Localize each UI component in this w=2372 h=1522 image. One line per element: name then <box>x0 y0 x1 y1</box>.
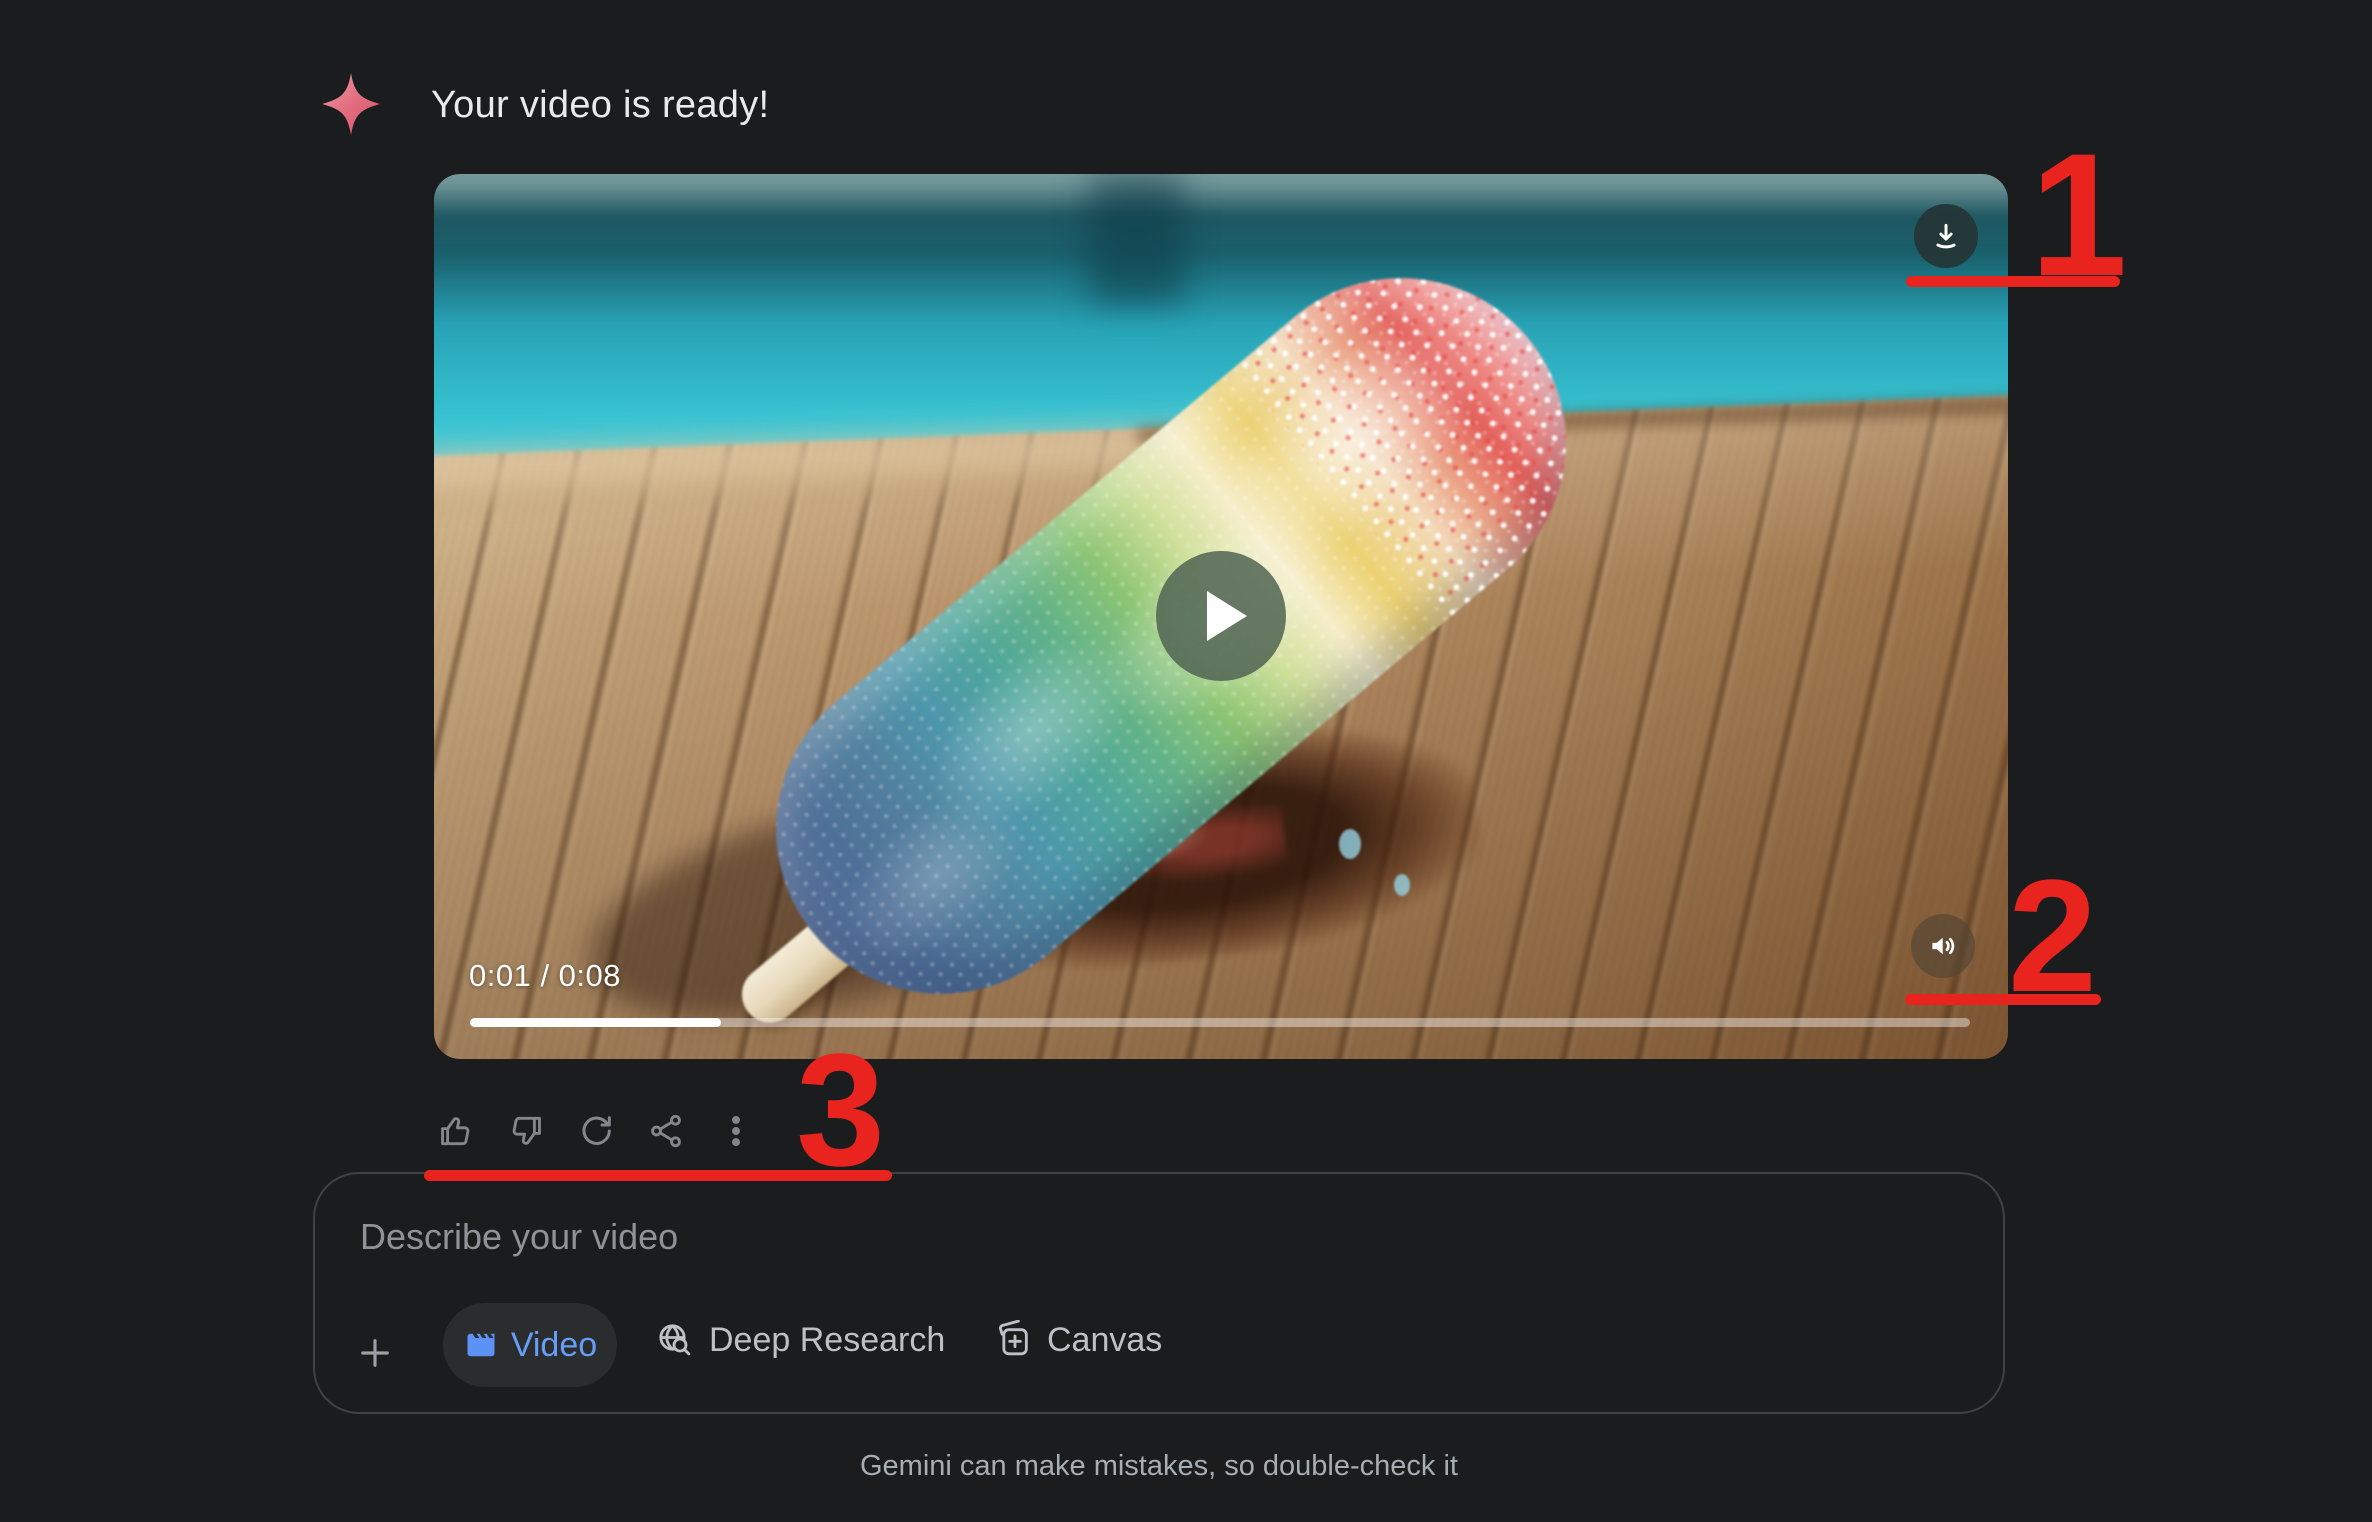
gemini-chat-page: Your video is ready! <box>0 0 2372 1522</box>
tool-deep-research[interactable]: Deep Research <box>655 1320 945 1360</box>
share-icon <box>647 1112 685 1150</box>
volume-icon <box>1926 929 1960 963</box>
progress-bar[interactable] <box>470 1018 1970 1027</box>
add-button[interactable] <box>353 1331 397 1375</box>
thumb-down-icon <box>507 1112 545 1150</box>
more-options-button[interactable] <box>714 1106 758 1156</box>
thumb-up-icon <box>437 1112 475 1150</box>
tool-chip-video[interactable]: Video <box>443 1303 617 1387</box>
thumb-up-button[interactable] <box>434 1106 478 1156</box>
annotation-number-2: 2 <box>2008 856 2097 1016</box>
redo-icon <box>577 1112 615 1150</box>
volume-button[interactable] <box>1911 914 1975 978</box>
regenerate-button[interactable] <box>574 1106 618 1156</box>
progress-fill <box>470 1018 721 1027</box>
play-icon <box>1207 591 1247 641</box>
tool-canvas-label: Canvas <box>1047 1321 1162 1360</box>
video-player-card[interactable]: 0:01 / 0:08 <box>434 174 2008 1059</box>
tool-canvas[interactable]: Canvas <box>993 1320 1162 1360</box>
time-display: 0:01 / 0:08 <box>469 958 621 994</box>
annotation-underline-2 <box>1905 994 2101 1005</box>
movie-icon <box>463 1327 499 1363</box>
share-button[interactable] <box>644 1106 688 1156</box>
annotation-underline-1 <box>1906 276 2120 287</box>
canvas-icon <box>993 1320 1033 1360</box>
download-button[interactable] <box>1914 204 1978 268</box>
response-actions <box>434 1106 758 1156</box>
annotation-number-3: 3 <box>796 1030 885 1190</box>
plus-icon <box>354 1332 396 1374</box>
download-icon <box>1929 219 1963 253</box>
play-button[interactable] <box>1156 551 1286 681</box>
tool-deep-research-label: Deep Research <box>709 1321 945 1360</box>
annotation-underline-3 <box>424 1170 892 1181</box>
gemini-sparkle-icon <box>322 73 380 135</box>
thumb-down-button[interactable] <box>504 1106 548 1156</box>
disclaimer-text: Gemini can make mistakes, so double-chec… <box>313 1450 2005 1483</box>
prompt-placeholder: Describe your video <box>360 1216 678 1258</box>
tool-chip-video-label: Video <box>511 1326 597 1365</box>
more-vert-icon <box>717 1112 755 1150</box>
page-title: Your video is ready! <box>431 84 769 127</box>
globe-search-icon <box>655 1320 695 1360</box>
